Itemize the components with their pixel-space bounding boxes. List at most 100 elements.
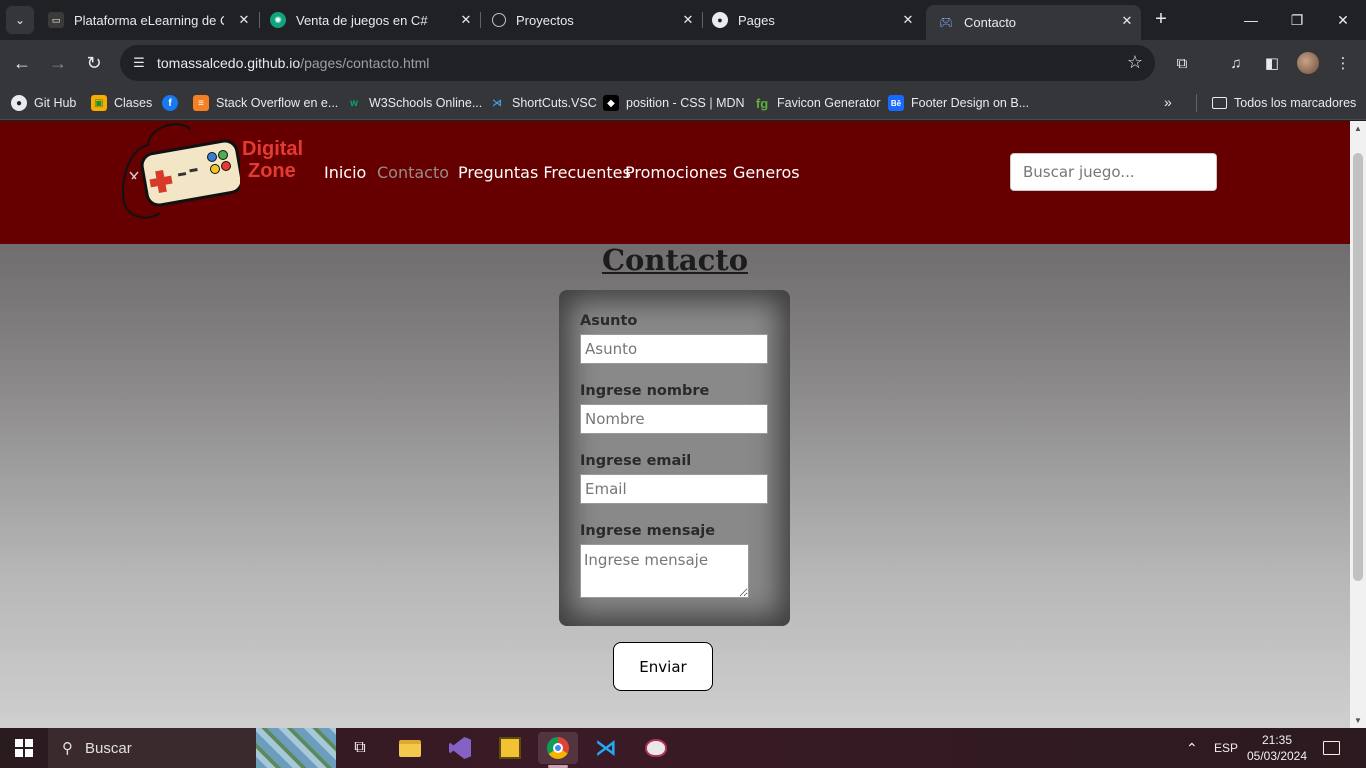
side-panel-icon[interactable]: ◧ — [1261, 52, 1283, 74]
reload-button[interactable]: ↻ — [82, 51, 106, 75]
send-button[interactable]: Enviar — [613, 642, 713, 691]
bookmark-clases[interactable]: ▣ Clases — [91, 92, 152, 114]
minimize-button[interactable]: — — [1228, 0, 1274, 40]
site-header: Digital Zone Inicio Contacto Preguntas F… — [0, 121, 1350, 244]
close-icon[interactable]: ✕ — [1119, 13, 1135, 29]
bookmark-github[interactable]: ● Git Hub — [11, 92, 76, 114]
subject-input[interactable] — [580, 334, 768, 364]
chevron-up-icon: ⌃ — [1186, 739, 1198, 756]
bookmark-favicon-generator[interactable]: fg Favicon Generator — [754, 92, 881, 114]
all-bookmarks-folder[interactable]: Todos los marcadores — [1212, 92, 1356, 114]
profile-avatar[interactable] — [1297, 52, 1319, 74]
vscode-icon: ⋊ — [492, 97, 502, 109]
task-view-button[interactable]: ⧉ — [340, 732, 380, 764]
language-label: ESP — [1214, 741, 1239, 755]
nav-contacto[interactable]: Contacto — [377, 163, 449, 182]
extensions-icon[interactable]: ⧉ — [1171, 52, 1193, 74]
new-tab-button[interactable]: + — [1150, 8, 1172, 30]
favicon-generator-icon: fg — [755, 95, 769, 111]
search-highlight-image[interactable] — [256, 728, 336, 768]
restore-icon: ❐ — [1290, 11, 1304, 28]
site-logo-text[interactable]: Digital Zone — [242, 138, 303, 182]
tools-icon — [499, 737, 521, 759]
media-control-icon[interactable]: ♫ — [1225, 52, 1247, 74]
scrollbar-thumb[interactable] — [1353, 153, 1363, 581]
back-button[interactable]: ← — [10, 51, 34, 75]
name-input[interactable] — [580, 404, 768, 434]
taskbar-clock[interactable]: 21:35 05/03/2024 — [1244, 732, 1310, 764]
tab-pages[interactable]: ● Pages ✕ — [700, 4, 922, 36]
notifications-button[interactable] — [1323, 728, 1340, 768]
close-window-button[interactable]: ✕ — [1320, 0, 1366, 40]
globe-icon — [492, 13, 506, 27]
vscode-button[interactable]: ⋊ — [586, 732, 626, 764]
language-indicator[interactable]: ESP — [1214, 728, 1238, 768]
bookmark-footer-design[interactable]: Bē Footer Design on B... — [888, 92, 1029, 114]
more-bookmarks-icon[interactable]: » — [1164, 94, 1172, 110]
close-icon: ✕ — [1337, 11, 1349, 28]
bookmark-label: W3Schools Online... — [369, 96, 483, 110]
page-viewport: Digital Zone Inicio Contacto Preguntas F… — [0, 121, 1350, 728]
scroll-up-icon[interactable]: ▲ — [1350, 124, 1366, 133]
windows-taskbar: ⚲ Buscar ⧉ ⋊ ⌃ ESP 21:35 05/03/2024 — [0, 728, 1366, 768]
clock-date: 05/03/2024 — [1246, 749, 1308, 763]
close-icon[interactable]: ✕ — [680, 12, 696, 28]
page-scrollbar[interactable]: ▲ ▼ — [1350, 121, 1366, 728]
site-info-icon[interactable]: ☰ — [130, 54, 148, 72]
tab-contacto[interactable]: 🎮︎ Contacto ✕ — [926, 5, 1141, 40]
chatgpt-icon: ✺ — [270, 12, 286, 28]
folder-icon — [1212, 97, 1227, 109]
clock-time: 21:35 — [1261, 733, 1293, 747]
bookmark-label: Stack Overflow en e... — [216, 96, 339, 110]
bookmark-mdn[interactable]: ◆ position - CSS | MDN — [603, 92, 745, 114]
visual-studio-button[interactable] — [440, 732, 480, 764]
taskbar-search-label: Buscar — [85, 739, 132, 757]
nav-inicio[interactable]: Inicio — [324, 163, 366, 182]
email-input[interactable] — [580, 474, 768, 504]
tab-venta-juegos[interactable]: ✺ Venta de juegos en C# ✕ — [258, 4, 480, 36]
tab-proyectos[interactable]: Proyectos ✕ — [480, 4, 702, 36]
start-button[interactable] — [0, 728, 48, 768]
minimize-icon: — — [1244, 12, 1258, 28]
nav-promociones[interactable]: Promociones — [625, 163, 727, 182]
bookmark-stackoverflow[interactable]: ≡ Stack Overflow en e... — [193, 92, 338, 114]
mdn-icon: ◆ — [603, 95, 619, 111]
taskbar-search-box[interactable]: ⚲ Buscar — [48, 728, 256, 768]
message-textarea[interactable] — [580, 544, 749, 598]
nav-generos[interactable]: Generos — [733, 163, 800, 182]
paint-icon — [645, 739, 667, 757]
bookmark-w3schools[interactable]: w W3Schools Online... — [346, 92, 482, 114]
bookmark-facebook[interactable]: f — [162, 92, 185, 114]
tools-app-button[interactable] — [490, 732, 530, 764]
restore-button[interactable]: ❐ — [1274, 0, 1320, 40]
tab-title: Venta de juegos en C# — [296, 12, 428, 28]
close-icon[interactable]: ✕ — [236, 12, 252, 28]
folder-icon — [399, 739, 421, 757]
tab-title: Plataforma eLearning de Cod — [74, 12, 224, 28]
nav-preguntas-frecuentes[interactable]: Preguntas Frecuentes — [458, 163, 631, 182]
bookmark-star-icon[interactable]: ☆ — [1127, 52, 1143, 73]
gamepad-logo-icon[interactable] — [120, 121, 240, 227]
bookmark-label: Footer Design on B... — [911, 96, 1030, 110]
menu-icon[interactable]: ⋮ — [1332, 52, 1354, 74]
subject-label: Asunto — [580, 313, 638, 329]
forward-button[interactable]: → — [46, 51, 70, 75]
bookmark-shortcuts-vsc[interactable]: ⋊ ShortCuts.VSC — [489, 92, 597, 114]
search-icon: ⚲ — [62, 740, 73, 757]
chrome-button[interactable] — [538, 732, 578, 768]
close-icon[interactable]: ✕ — [900, 12, 916, 28]
url-domain: tomassalcedo.github.io — [157, 55, 301, 71]
game-search-input[interactable] — [1010, 153, 1217, 191]
logo-line-zone: Zone — [248, 160, 296, 182]
url-text[interactable]: tomassalcedo.github.io/pages/contacto.ht… — [157, 55, 429, 71]
show-hidden-icons-button[interactable]: ⌃ — [1186, 728, 1198, 768]
tab-elearning[interactable]: ▭ Plataforma eLearning de Cod ✕ — [36, 4, 258, 36]
browser-tab-strip: ⌄ ▭ Plataforma eLearning de Cod ✕ ✺ Vent… — [0, 0, 1366, 40]
tab-search-button[interactable]: ⌄ — [6, 6, 34, 34]
paint-button[interactable] — [636, 732, 676, 764]
address-bar[interactable]: ☰ tomassalcedo.github.io/pages/contacto.… — [120, 45, 1155, 81]
scroll-down-icon[interactable]: ▼ — [1350, 716, 1366, 725]
close-icon[interactable]: ✕ — [458, 12, 474, 28]
name-label: Ingrese nombre — [580, 383, 710, 399]
file-explorer-button[interactable] — [390, 732, 430, 764]
